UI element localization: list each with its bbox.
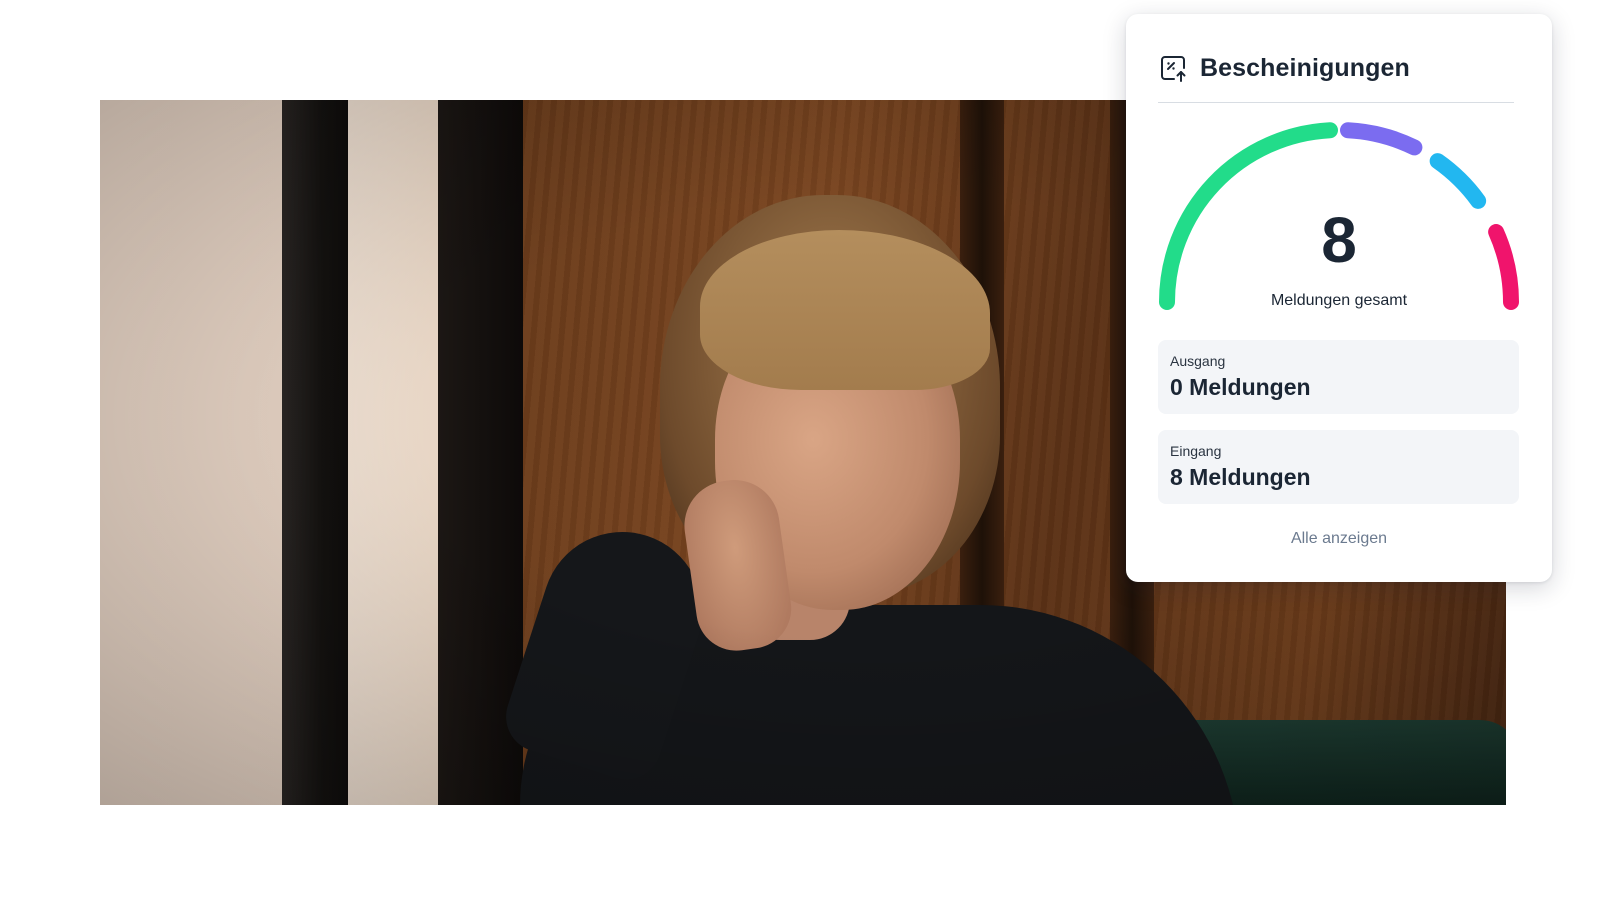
certificates-widget: Bescheinigungen 8 Meldungen gesamt Ausga… [1126, 14, 1552, 582]
incoming-value: 8 Meldungen [1170, 464, 1311, 490]
gauge-total-label: Meldungen gesamt [1270, 292, 1408, 309]
incoming-label: Eingang [1170, 443, 1222, 459]
gauge-total-value: 8 [1321, 204, 1357, 276]
total-reports-gauge: 8 Meldungen gesamt [1142, 122, 1536, 332]
outgoing-label: Ausgang [1170, 353, 1226, 369]
page: Bescheinigungen 8 Meldungen gesamt Ausga… [0, 0, 1600, 900]
gauge-segment-2 [1340, 122, 1423, 156]
incoming-stat: Eingang 8 Meldungen [1158, 430, 1519, 504]
gauge-segment-3 [1429, 153, 1487, 209]
outgoing-value: 0 Meldungen [1170, 374, 1311, 400]
widget-title: Bescheinigungen [1200, 53, 1410, 82]
show-all-link[interactable]: Alle anzeigen [1126, 530, 1552, 548]
certificate-upload-icon [1158, 52, 1190, 84]
widget-header: Bescheinigungen [1158, 48, 1514, 103]
outgoing-stat: Ausgang 0 Meldungen [1158, 340, 1519, 414]
